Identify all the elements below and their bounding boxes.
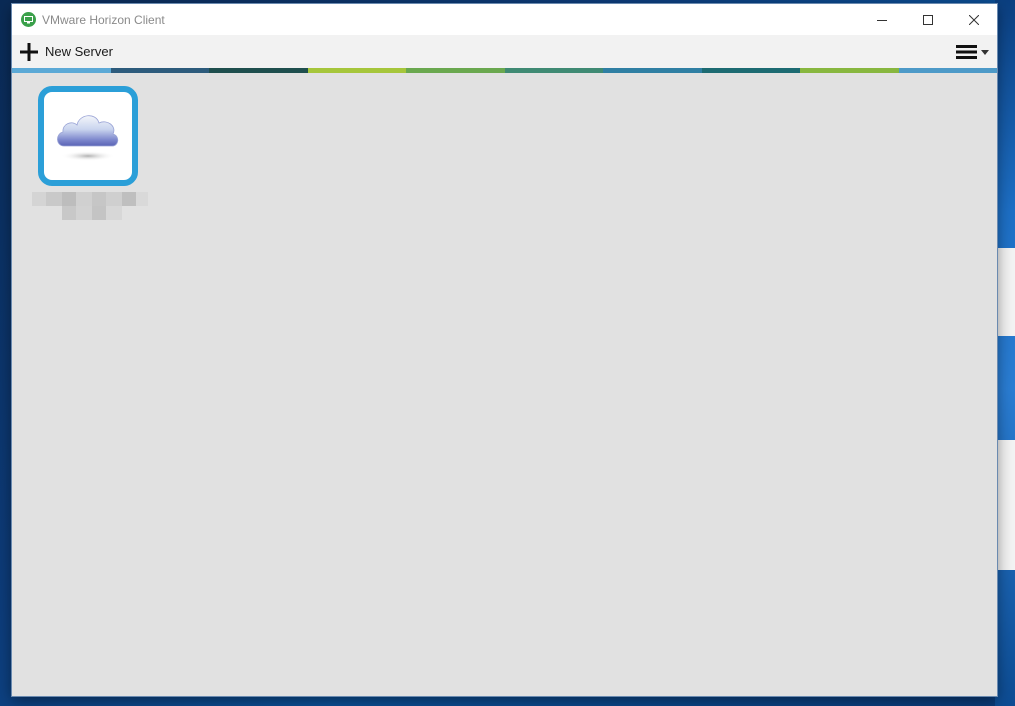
server-tile[interactable]	[32, 86, 148, 222]
server-list-area	[12, 73, 997, 696]
desktop-window-fragment	[996, 440, 1015, 570]
horizon-app-icon	[21, 12, 36, 27]
window-title: VMware Horizon Client	[42, 12, 165, 27]
desktop-window-fragment	[996, 248, 1015, 336]
close-icon	[969, 14, 979, 25]
main-menu-button[interactable]	[956, 41, 989, 63]
close-button[interactable]	[951, 4, 997, 35]
minimize-icon	[877, 19, 887, 21]
title-bar[interactable]: VMware Horizon Client	[12, 4, 997, 35]
minimize-button[interactable]	[859, 4, 905, 35]
chevron-down-icon	[981, 49, 989, 55]
desktop-background	[995, 0, 1015, 706]
window-controls	[859, 4, 997, 35]
new-server-button[interactable]: New Server	[20, 38, 113, 66]
plus-icon	[20, 42, 38, 61]
maximize-button[interactable]	[905, 4, 951, 35]
maximize-icon	[923, 14, 933, 25]
cloud-icon	[57, 115, 119, 161]
toolbar: New Server	[12, 35, 997, 68]
server-name-redacted	[32, 192, 148, 222]
horizon-client-window: VMware Horizon Client New Server	[12, 4, 997, 696]
hamburger-menu-icon	[956, 45, 977, 59]
server-icon-frame	[38, 86, 138, 186]
new-server-label: New Server	[45, 44, 113, 59]
